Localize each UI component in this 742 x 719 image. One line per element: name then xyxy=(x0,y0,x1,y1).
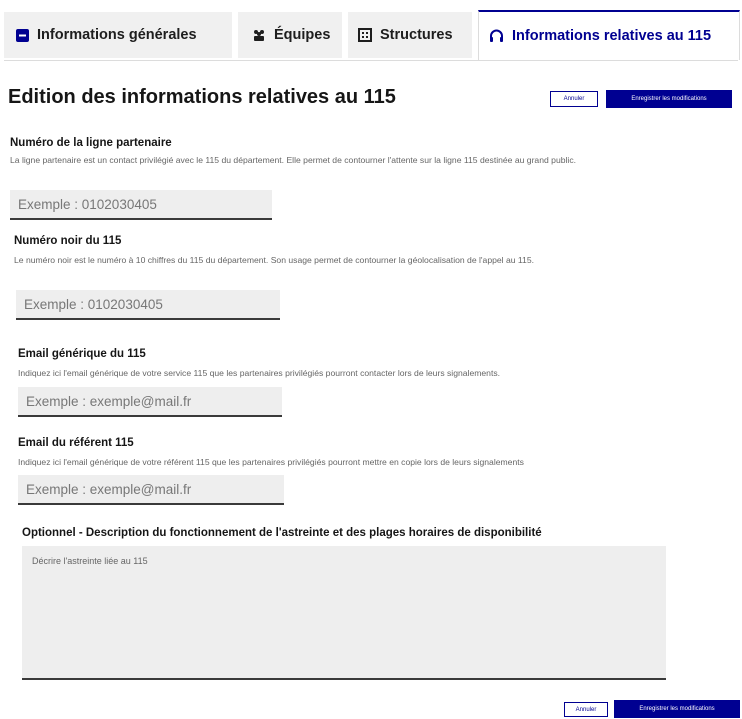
black-number-label: Numéro noir du 115 xyxy=(14,235,122,247)
partner-line-hint: La ligne partenaire est un contact privi… xyxy=(10,155,577,165)
black-number-input[interactable]: Exemple : 0102030405 xyxy=(16,290,280,320)
cancel-button-bottom[interactable]: Annuler xyxy=(564,702,608,717)
cancel-button-top[interactable]: Annuler xyxy=(550,91,598,107)
tab-teams[interactable]: Équipes xyxy=(238,12,342,58)
generic-email-label: Email générique du 115 xyxy=(18,348,146,360)
tab-label: Informations générales xyxy=(37,27,197,43)
tab-bar: Informations générales Équipes Structure… xyxy=(4,4,740,61)
save-button-bottom[interactable]: Enregistrer les modifications xyxy=(614,700,740,718)
headset-icon xyxy=(489,29,504,43)
referent-email-input[interactable]: Exemple : exemple@mail.fr xyxy=(18,475,284,505)
tab-label: Équipes xyxy=(274,27,331,43)
tab-general-info[interactable]: Informations générales xyxy=(4,12,232,58)
referent-email-hint: Indiquez ici l'email générique de votre … xyxy=(18,457,524,467)
save-button-top[interactable]: Enregistrer les modifications xyxy=(606,90,732,108)
description-label: Optionnel - Description du fonctionnemen… xyxy=(22,527,542,539)
tab-label: Structures xyxy=(380,27,453,43)
tab-115-info[interactable]: Informations relatives au 115 xyxy=(478,10,740,60)
partner-line-label: Numéro de la ligne partenaire xyxy=(10,137,172,149)
description-textarea[interactable]: Décrire l'astreinte liée au 115 xyxy=(22,546,666,680)
tab-label: Informations relatives au 115 xyxy=(512,28,712,44)
generic-email-hint: Indiquez ici l'email générique de votre … xyxy=(18,368,501,378)
tab-structures[interactable]: Structures xyxy=(348,12,472,58)
referent-email-label: Email du référent 115 xyxy=(18,437,134,449)
building-icon xyxy=(358,28,372,42)
black-number-hint: Le numéro noir est le numéro à 10 chiffr… xyxy=(14,255,534,265)
page-title: Edition des informations relatives au 11… xyxy=(8,86,396,108)
partner-line-input[interactable]: Exemple : 0102030405 xyxy=(10,190,272,220)
team-icon xyxy=(252,29,266,42)
generic-email-input[interactable]: Exemple : exemple@mail.fr xyxy=(18,387,282,417)
info-square-icon xyxy=(16,28,29,42)
